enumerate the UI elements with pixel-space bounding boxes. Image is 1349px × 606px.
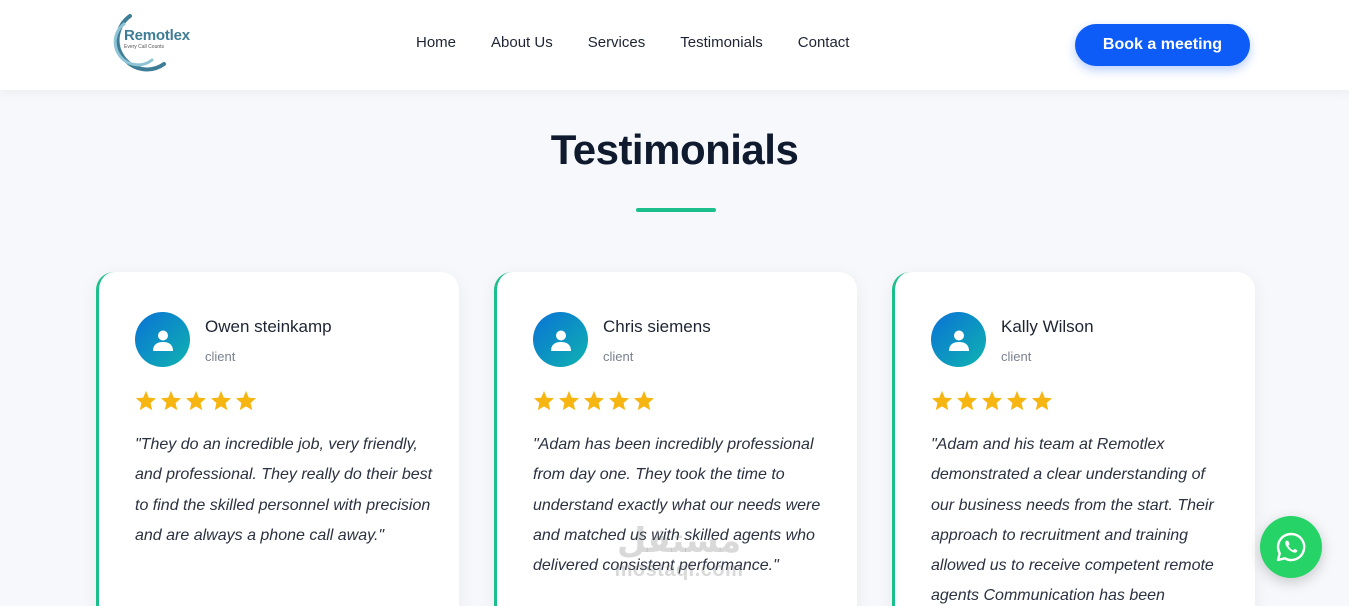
avatar [931,312,986,367]
testimonial-card: Owen steinkamp client "They do an incred… [96,272,459,606]
nav-home[interactable]: Home [416,34,456,51]
star-icon [931,390,953,411]
book-meeting-button[interactable]: Book a meeting [1075,24,1250,66]
client-name: Kally Wilson [1001,317,1094,336]
testimonial-card: Chris siemens client "Adam has been incr… [494,272,857,606]
user-icon [550,330,571,351]
star-icon [135,390,157,411]
star-rating [135,390,257,411]
testimonial-quote: "They do an incredible job, very friendl… [135,436,433,544]
star-icon [1006,390,1028,411]
main-nav: Home About Us Services Testimonials Cont… [416,34,849,51]
testimonial-quote: "Adam and his team at Remotlex demonstra… [931,436,1214,605]
logo-tagline: Every Call Counts [124,44,165,50]
star-rating [931,390,1053,411]
star-icon [533,390,555,411]
star-icon [608,390,630,411]
title-underline [636,208,716,212]
nav-about-us[interactable]: About Us [491,34,553,51]
testimonial-card: Kally Wilson client "Adam and his team a… [892,272,1255,606]
client-role: client [205,349,236,364]
user-icon [152,330,173,351]
client-role: client [1001,349,1032,364]
logo-name: Remotlex [124,27,190,44]
star-icon [210,390,232,411]
client-name: Chris siemens [603,317,711,336]
avatar [135,312,190,367]
whatsapp-icon [1276,532,1306,562]
star-rating [533,390,655,411]
testimonial-quote: "Adam has been incredibly professional f… [533,436,821,575]
star-icon [981,390,1003,411]
avatar [533,312,588,367]
whatsapp-button[interactable] [1260,516,1322,578]
star-icon [235,390,257,411]
star-icon [558,390,580,411]
section-title: Testimonials [550,126,799,173]
nav-testimonials[interactable]: Testimonials [680,34,763,51]
user-icon [948,330,969,351]
nav-services[interactable]: Services [588,34,646,51]
star-icon [956,390,978,411]
star-icon [185,390,207,411]
client-name: Owen steinkamp [205,317,332,336]
nav-contact[interactable]: Contact [798,34,850,51]
logo[interactable]: Remotlex Every Call Counts [100,10,200,72]
star-icon [633,390,655,411]
site-header: Remotlex Every Call Counts Home About Us… [0,0,1349,90]
star-icon [583,390,605,411]
client-role: client [603,349,634,364]
star-icon [160,390,182,411]
star-icon [1031,390,1053,411]
